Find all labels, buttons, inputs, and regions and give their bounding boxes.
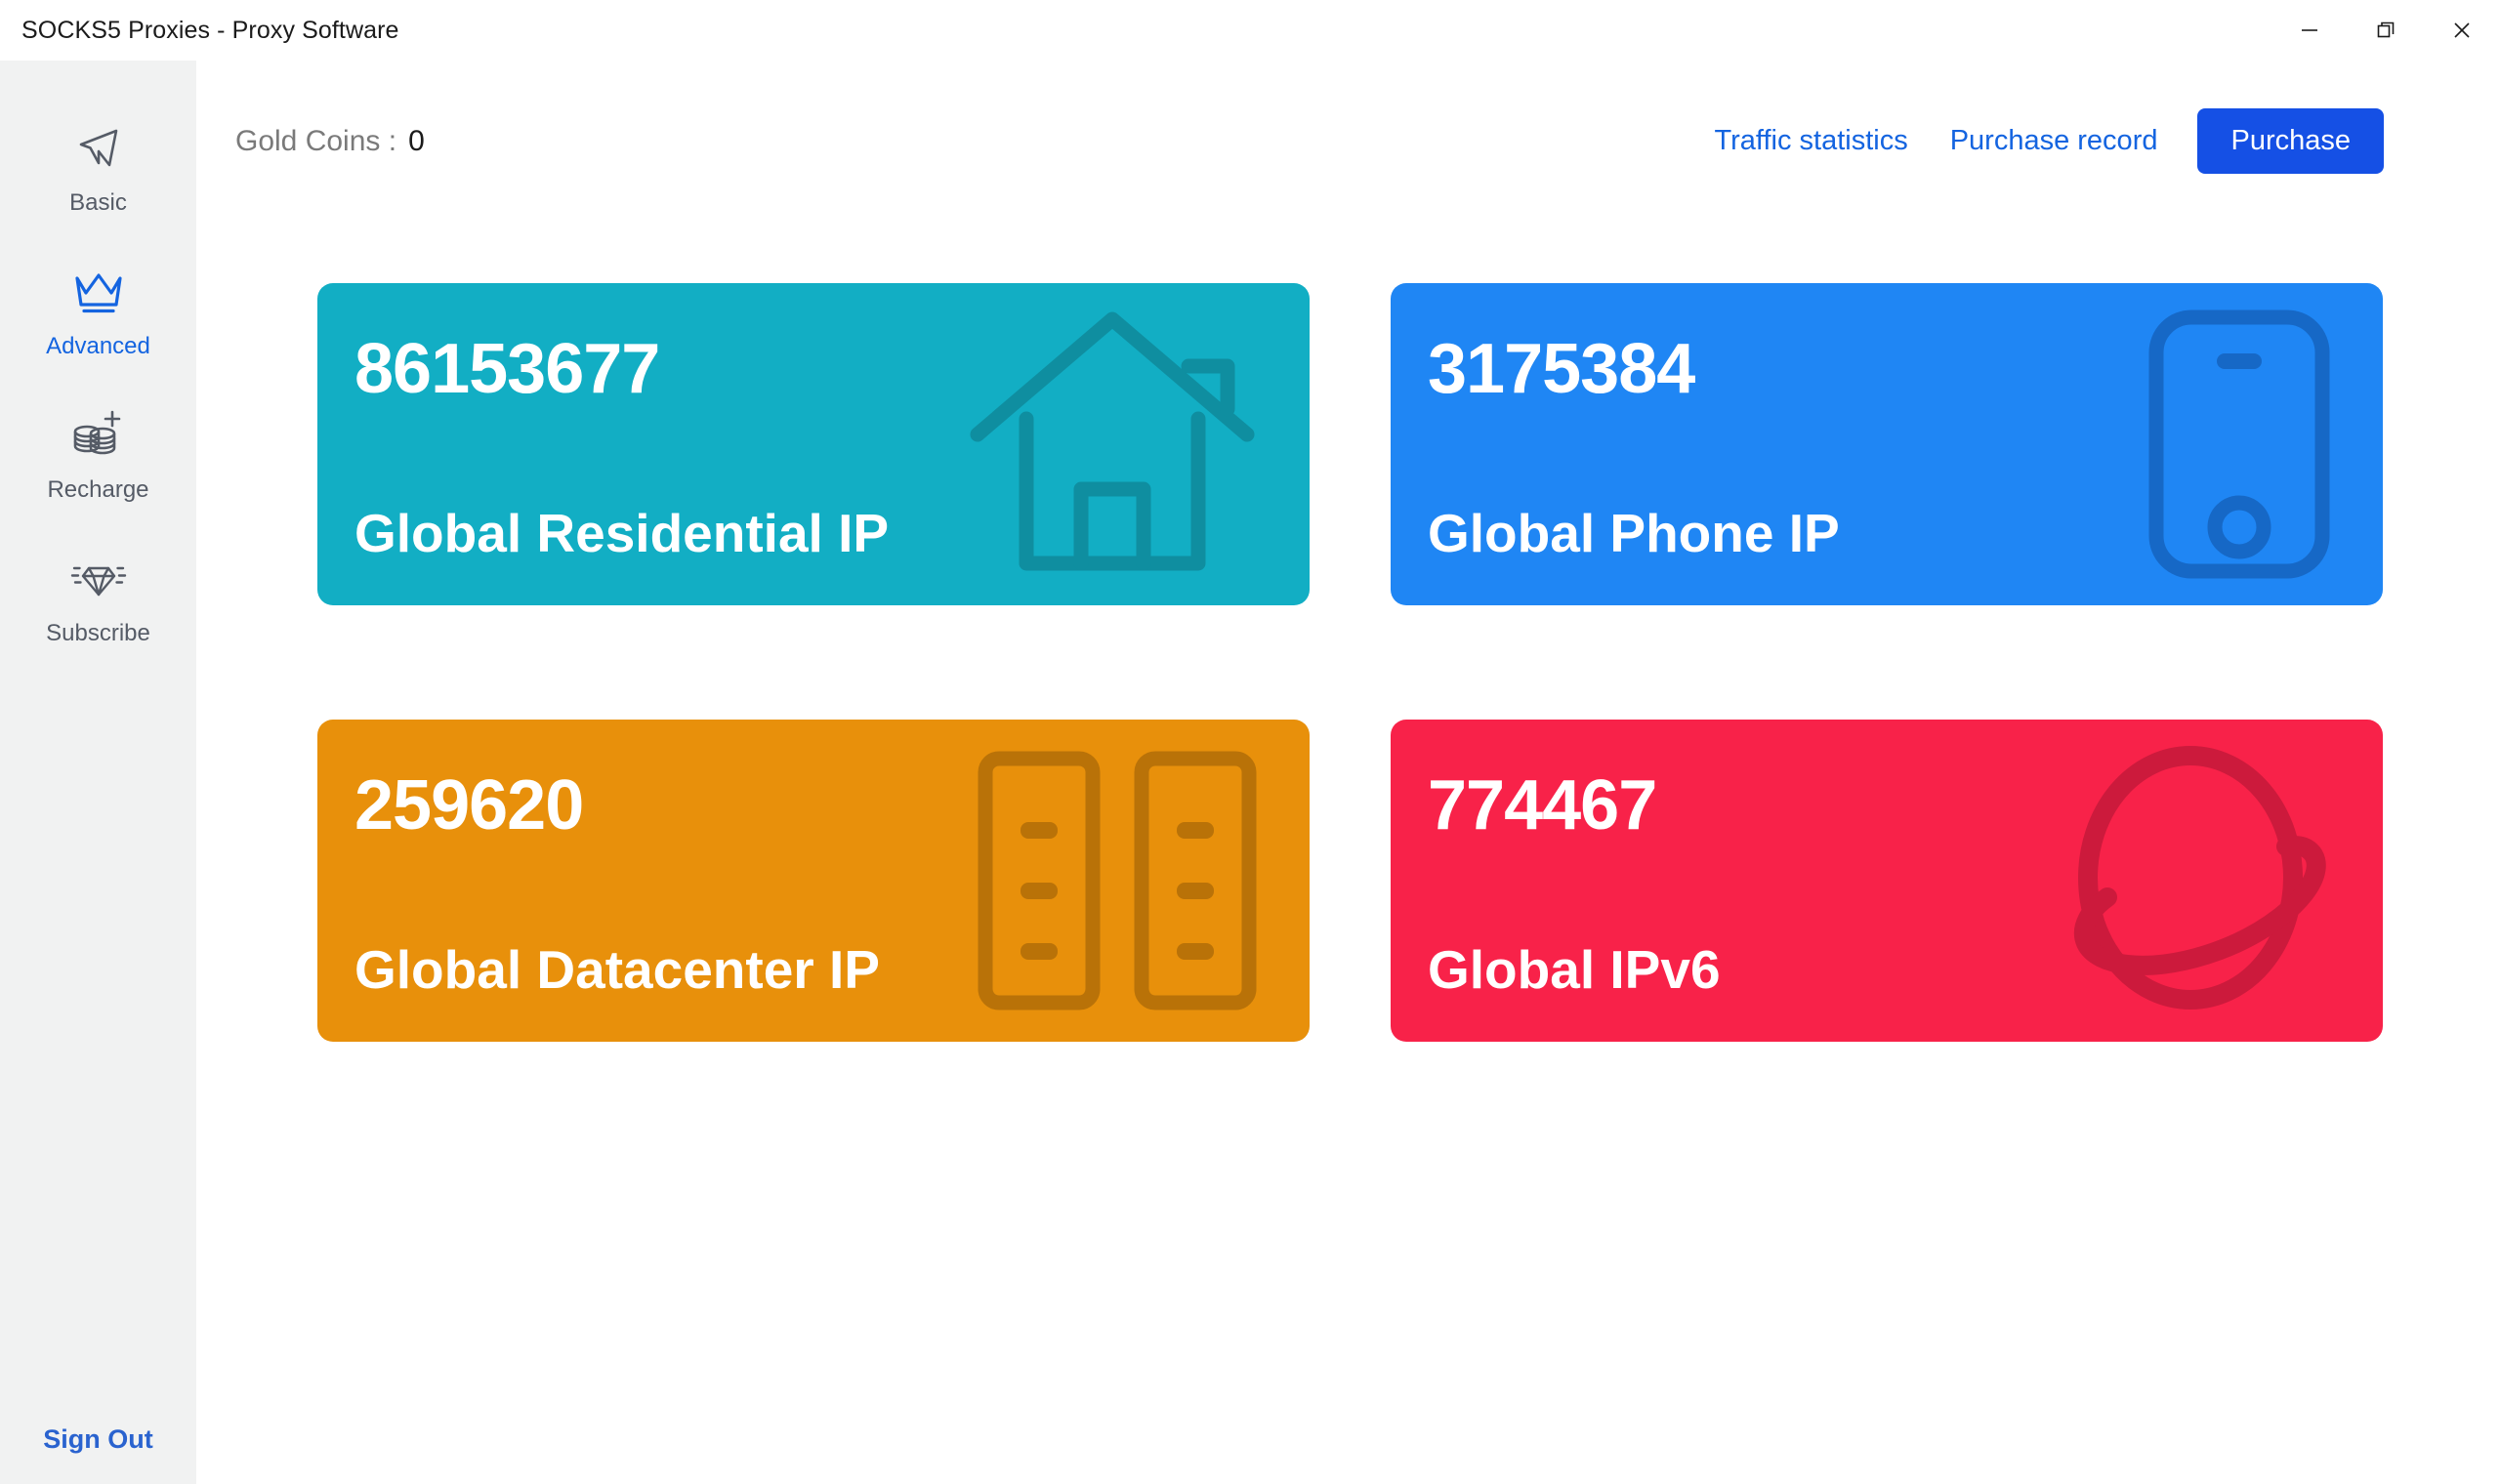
card-text: 3175384 Global Phone IP [1428, 283, 2383, 605]
planet-orbit-icon [2039, 744, 2332, 1017]
card-count: 3175384 [1428, 330, 1695, 408]
content-header: Gold Coins : 0 Traffic statistics Purcha… [196, 61, 2500, 222]
card-count: 86153677 [354, 330, 660, 408]
house-icon [966, 308, 1259, 581]
card-count: 259620 [354, 766, 584, 845]
restore-icon [2377, 21, 2395, 38]
purchase-button[interactable]: Purchase [2197, 108, 2384, 174]
card-text: 259620 Global Datacenter IP [354, 720, 1310, 1042]
card-title: Global Datacenter IP [354, 939, 880, 1000]
sidebar-item-advanced[interactable]: Advanced [0, 261, 196, 404]
smartphone-icon [2146, 308, 2332, 581]
restore-button[interactable] [2348, 0, 2424, 61]
card-title: Global Phone IP [1428, 503, 1840, 563]
minimize-button[interactable] [2271, 0, 2348, 61]
sidebar-item-recharge[interactable]: Recharge [0, 404, 196, 548]
header-actions: Traffic statistics Purchase record Purch… [1713, 108, 2384, 174]
close-icon [2454, 22, 2470, 38]
sidebar: Basic Advanced Recharge Subscribe Sign O… [0, 61, 196, 1484]
sidebar-item-basic[interactable]: Basic [0, 117, 196, 261]
window-body: Basic Advanced Recharge Subscribe Sign O… [0, 61, 2500, 1484]
card-global-datacenter-ip[interactable]: 259620 Global Datacenter IP [317, 720, 1310, 1042]
sidebar-nav: Basic Advanced Recharge Subscribe [0, 61, 196, 691]
gold-coins-label: Gold Coins : [235, 124, 397, 157]
server-rack-icon [976, 749, 1259, 1012]
card-global-phone-ip[interactable]: 3175384 Global Phone IP [1391, 283, 2383, 605]
coins-plus-icon [68, 404, 129, 465]
card-text: 86153677 Global Residential IP [354, 283, 1310, 605]
paper-plane-icon [70, 117, 127, 178]
card-title: Global Residential IP [354, 503, 890, 563]
window-title: SOCKS5 Proxies - Proxy Software [21, 16, 399, 44]
card-count: 774467 [1428, 766, 1657, 845]
window-controls [2271, 0, 2500, 61]
sidebar-item-label: Recharge [47, 476, 149, 503]
sidebar-item-label: Basic [69, 189, 127, 216]
minimize-icon [2302, 29, 2317, 31]
gold-coins-value: 0 [408, 124, 425, 157]
traffic-statistics-link[interactable]: Traffic statistics [1713, 121, 1910, 161]
sidebar-item-subscribe[interactable]: Subscribe [0, 548, 196, 691]
app-window: SOCKS5 Proxies - Proxy Software Basic Ad… [0, 0, 2500, 1484]
sidebar-item-label: Advanced [46, 333, 150, 359]
close-button[interactable] [2424, 0, 2500, 61]
purchase-record-link[interactable]: Purchase record [1948, 121, 2160, 161]
crown-icon [68, 261, 129, 321]
main-content: Gold Coins : 0 Traffic statistics Purcha… [196, 61, 2500, 1484]
proxy-cards-grid: 86153677 Global Residential IP 3175384 G… [317, 283, 2383, 1042]
card-text: 774467 Global IPv6 [1428, 720, 2383, 1042]
card-global-residential-ip[interactable]: 86153677 Global Residential IP [317, 283, 1310, 605]
diamond-icon [67, 548, 130, 608]
card-title: Global IPv6 [1428, 939, 1721, 1000]
title-bar: SOCKS5 Proxies - Proxy Software [0, 0, 2500, 61]
sign-out-button[interactable]: Sign Out [0, 1424, 196, 1455]
gold-coins-display: Gold Coins : 0 [235, 125, 425, 158]
card-global-ipv6[interactable]: 774467 Global IPv6 [1391, 720, 2383, 1042]
sidebar-item-label: Subscribe [46, 620, 150, 646]
